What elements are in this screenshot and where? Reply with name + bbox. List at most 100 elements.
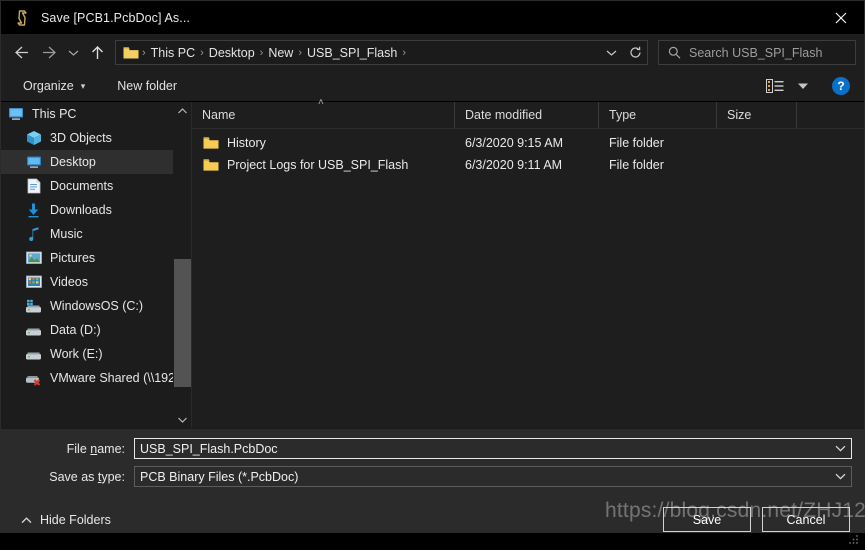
- navigation-pane-scrollbar[interactable]: [174, 102, 191, 428]
- resize-grip-icon[interactable]: [848, 532, 860, 544]
- breadcrumb-item-this-pc[interactable]: This PC: [147, 46, 199, 60]
- hide-folders-label: Hide Folders: [40, 512, 111, 527]
- scroll-up-chevron-up-icon[interactable]: [174, 102, 191, 119]
- save-as-type-row: Save as type: PCB Binary Files (*.PcbDoc…: [13, 466, 852, 487]
- downloads-icon: [25, 202, 42, 219]
- forward-arrow-icon[interactable]: [35, 39, 63, 67]
- column-header-label: Size: [727, 108, 752, 122]
- scrollbar-thumb[interactable]: [174, 259, 191, 387]
- sidebar-item-label: Music: [50, 227, 83, 241]
- desktop-icon: [25, 154, 42, 171]
- drive-icon: [25, 322, 42, 339]
- close-button[interactable]: [818, 1, 864, 34]
- sidebar-item-this-pc[interactable]: This PC: [1, 102, 173, 126]
- folder-icon: [203, 136, 219, 150]
- address-dropdown-chevron-down-icon[interactable]: [599, 41, 623, 64]
- save-as-type-select[interactable]: PCB Binary Files (*.PcbDoc): [134, 466, 852, 487]
- cancel-button[interactable]: Cancel: [762, 507, 850, 532]
- search-icon: [668, 46, 681, 59]
- up-arrow-icon[interactable]: [83, 39, 111, 67]
- file-name-label: History: [227, 136, 266, 150]
- column-header-label: Name: [202, 108, 236, 122]
- column-header-label: Date modified: [465, 108, 543, 122]
- sidebar-item-videos[interactable]: Videos: [1, 270, 173, 294]
- 3d-objects-icon: [25, 130, 42, 147]
- sidebar-item-data-d[interactable]: Data (D:): [1, 318, 173, 342]
- column-header-date-modified[interactable]: Date modified: [455, 102, 599, 128]
- sidebar-item-music[interactable]: Music: [1, 222, 173, 246]
- sidebar-item-documents[interactable]: Documents: [1, 174, 173, 198]
- help-button[interactable]: ?: [832, 77, 850, 95]
- file-name-input[interactable]: USB_SPI_Flash.PcbDoc: [134, 438, 852, 459]
- file-name-chevron-down-icon[interactable]: [829, 439, 851, 458]
- folder-icon: [123, 46, 139, 59]
- sidebar-item-label: Documents: [50, 179, 114, 193]
- file-name-row: File name: USB_SPI_Flash.PcbDoc: [13, 438, 852, 459]
- breadcrumb-item-new[interactable]: New: [264, 46, 297, 60]
- column-header-name[interactable]: ˄ Name: [192, 97, 455, 128]
- new-folder-button[interactable]: New folder: [109, 76, 185, 96]
- sidebar-item-pictures[interactable]: Pictures: [1, 246, 173, 270]
- folder-icon: [203, 158, 219, 172]
- file-name-label-part2: ame:: [97, 441, 125, 456]
- file-name-value: USB_SPI_Flash.PcbDoc: [140, 441, 278, 456]
- table-row[interactable]: History 6/3/2020 9:15 AM File folder: [192, 132, 864, 154]
- sidebar-item-downloads[interactable]: Downloads: [1, 198, 173, 222]
- sidebar-item-desktop[interactable]: Desktop: [1, 150, 173, 174]
- sidebar-item-windowsos-c[interactable]: WindowsOS (C:): [1, 294, 173, 318]
- back-arrow-icon[interactable]: [7, 39, 35, 67]
- sidebar-item-work-e[interactable]: Work (E:): [1, 342, 173, 366]
- sidebar-item-label: VMware Shared (\\192.: [50, 371, 173, 385]
- altium-logo-icon: [12, 8, 32, 28]
- save-as-dialog: Save [PCB1.PcbDoc] As... › This PC › Des…: [0, 0, 865, 544]
- sidebar-item-label: Downloads: [50, 203, 112, 217]
- dialog-footer: File name: USB_SPI_Flash.PcbDoc Save as …: [1, 428, 864, 544]
- chevron-down-icon: ▾: [80, 80, 86, 91]
- sidebar-item-label: This PC: [32, 107, 77, 121]
- scroll-down-chevron-down-icon[interactable]: [174, 411, 191, 428]
- breadcrumb-item-usb-spi-flash[interactable]: USB_SPI_Flash: [303, 46, 401, 60]
- organize-label: Organize: [23, 79, 74, 93]
- sidebar-item-3d-objects[interactable]: 3D Objects: [1, 126, 173, 150]
- list-view-icon[interactable]: [762, 74, 788, 98]
- breadcrumb-item-desktop[interactable]: Desktop: [205, 46, 259, 60]
- chevron-up-icon: [21, 513, 32, 527]
- search-input[interactable]: Search USB_SPI_Flash: [689, 46, 822, 60]
- file-name-label: Project Logs for USB_SPI_Flash: [227, 158, 409, 172]
- file-name-label: File name:: [13, 442, 134, 456]
- dialog-button-row: Hide Folders Save Cancel: [13, 494, 858, 544]
- sidebar-item-label: Videos: [50, 275, 88, 289]
- refresh-icon[interactable]: [623, 41, 647, 64]
- search-box[interactable]: Search USB_SPI_Flash: [658, 40, 856, 65]
- sidebar-item-label: 3D Objects: [50, 131, 112, 145]
- command-toolbar: Organize ▾ New folder ?: [1, 71, 864, 102]
- navigation-pane-items: This PC 3D Objects Desktop Documents Dow…: [1, 102, 173, 428]
- music-icon: [25, 226, 42, 243]
- organize-button[interactable]: Organize ▾: [15, 76, 93, 96]
- window-title: Save [PCB1.PcbDoc] As...: [41, 10, 190, 25]
- file-name-cell: History: [192, 136, 455, 150]
- column-header-size[interactable]: Size: [717, 102, 797, 128]
- file-list-pane: ˄ Name Date modified Type Size History 6…: [191, 97, 864, 428]
- breadcrumb-separator: ›: [402, 46, 407, 59]
- column-header-type[interactable]: Type: [599, 102, 717, 128]
- computer-icon: [7, 106, 24, 123]
- recent-locations-chevron-down-icon[interactable]: [63, 39, 83, 67]
- view-options-chevron-down-icon[interactable]: [790, 74, 816, 98]
- sidebar-item-label: Work (E:): [50, 347, 103, 361]
- save-as-type-label-part2: ype:: [101, 469, 125, 484]
- address-bar[interactable]: › This PC › Desktop › New › USB_SPI_Flas…: [115, 40, 648, 65]
- sidebar-item-label: Data (D:): [50, 323, 101, 337]
- save-as-type-chevron-down-icon[interactable]: [829, 467, 851, 486]
- save-as-type-value: PCB Binary Files (*.PcbDoc): [140, 469, 299, 484]
- table-row[interactable]: Project Logs for USB_SPI_Flash 6/3/2020 …: [192, 154, 864, 176]
- hide-folders-button[interactable]: Hide Folders: [15, 509, 117, 531]
- save-as-type-label: Save as type:: [13, 470, 134, 484]
- sidebar-item-vmware-shared[interactable]: VMware Shared (\\192.: [1, 366, 173, 390]
- file-list-rows: History 6/3/2020 9:15 AM File folder Pro…: [192, 129, 864, 428]
- file-name-label-part1: File: [66, 441, 91, 456]
- save-button[interactable]: Save: [663, 507, 751, 532]
- file-date-cell: 6/3/2020 9:11 AM: [465, 158, 563, 172]
- title-bar: Save [PCB1.PcbDoc] As...: [1, 1, 864, 34]
- new-folder-label: New folder: [117, 79, 178, 93]
